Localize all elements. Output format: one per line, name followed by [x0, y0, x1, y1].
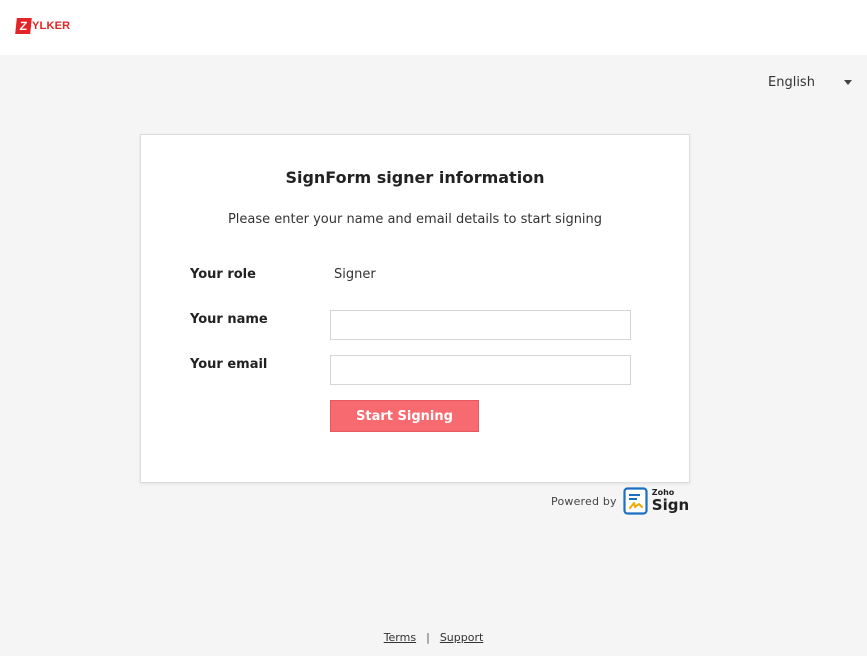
- language-selector[interactable]: English: [768, 73, 852, 91]
- language-label: English: [768, 74, 815, 90]
- zoho-sign-icon: [623, 487, 648, 515]
- start-signing-button[interactable]: Start Signing: [330, 400, 479, 432]
- email-label: Your email: [190, 357, 268, 372]
- signer-info-card: SignForm signer information Please enter…: [140, 134, 690, 483]
- footer-links: Terms | Support: [0, 629, 867, 645]
- zoho-sign-wordmark: Zoho Sign: [652, 489, 689, 513]
- card-subtitle: Please enter your name and email details…: [227, 212, 603, 227]
- logo-text: YLKER: [32, 20, 71, 32]
- powered-by: Powered by Zoho Sign: [551, 486, 689, 516]
- name-input[interactable]: [330, 310, 631, 340]
- company-logo: Z YLKER: [15, 17, 71, 35]
- footer-separator: |: [426, 630, 430, 644]
- header-bar: Z YLKER: [0, 0, 867, 55]
- powered-by-label: Powered by: [551, 494, 617, 508]
- support-link[interactable]: Support: [440, 631, 483, 644]
- email-input[interactable]: [330, 355, 631, 385]
- card-title: SignForm signer information: [285, 168, 545, 187]
- chevron-down-icon: [844, 79, 852, 85]
- sign-text: Sign: [651, 496, 690, 514]
- role-value: Signer: [334, 267, 376, 282]
- name-label: Your name: [190, 312, 268, 327]
- terms-link[interactable]: Terms: [384, 631, 416, 644]
- role-label: Your role: [190, 267, 256, 282]
- logo-mark: Z: [15, 18, 32, 34]
